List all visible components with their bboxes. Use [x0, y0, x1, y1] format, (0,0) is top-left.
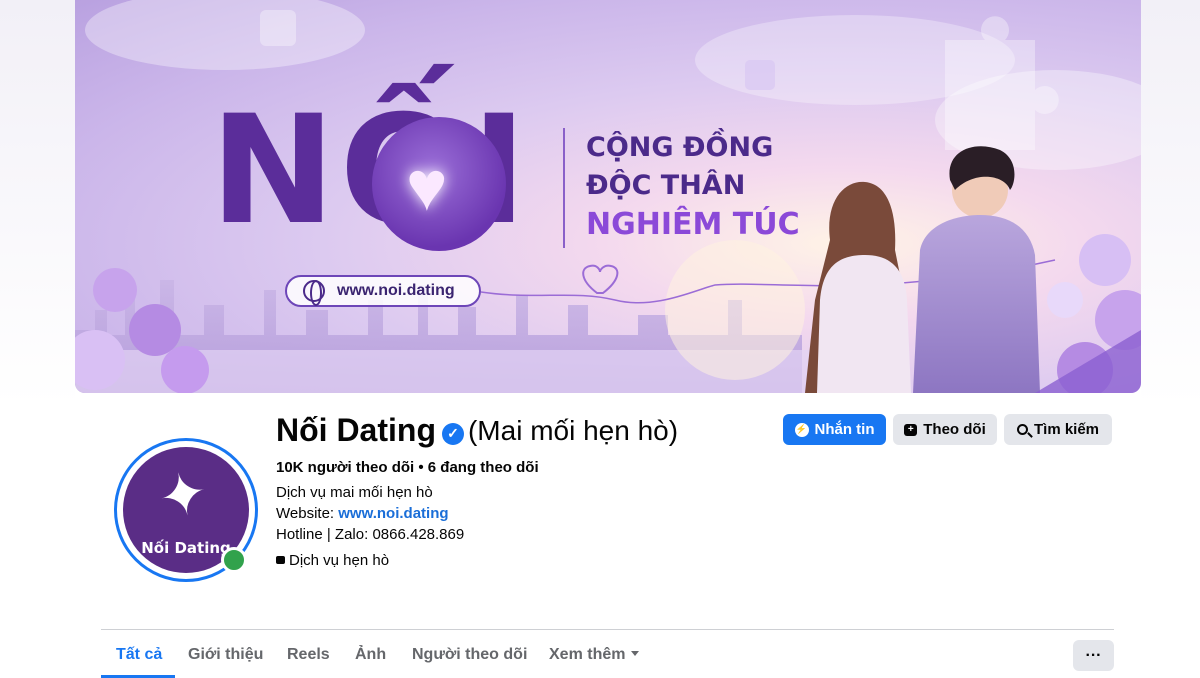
follow-button-label: Theo dõi [923, 421, 986, 438]
briefcase-icon [276, 556, 285, 564]
left-margin [0, 0, 75, 678]
cover-tagline-2: ĐỘC THÂN [586, 170, 746, 201]
couple-illustration [805, 146, 1040, 393]
heart-icon: ♥ [406, 147, 448, 225]
caret-down-icon [631, 651, 640, 656]
puzzle-piece-icon: ✦ [152, 458, 214, 533]
bio-text: Dịch vụ mai mối hẹn hò [276, 484, 433, 501]
follow-button[interactable]: + Theo dõi [893, 414, 997, 445]
search-icon [1016, 424, 1028, 435]
website-link[interactable]: www.noi.dating [338, 505, 448, 522]
hotline-text: Hotline | Zalo: 0866.428.869 [276, 526, 465, 543]
follow-icon: + [904, 423, 918, 436]
right-margin [1141, 0, 1200, 678]
tab-more[interactable]: Xem thêm [549, 646, 640, 664]
heart-line-icon [582, 264, 619, 294]
globe-icon [303, 280, 325, 306]
website-line: Website: www.noi.dating [276, 505, 449, 522]
cover-url-pill: www.noi.dating [285, 275, 481, 307]
online-status-dot [221, 547, 247, 573]
verified-badge-icon[interactable]: ✓ [441, 422, 464, 445]
tab-followers[interactable]: Người theo dõi [412, 646, 527, 664]
tab-all[interactable]: Tất cả [116, 646, 162, 664]
tab-reels[interactable]: Reels [287, 646, 330, 664]
messenger-icon: ⚡ [794, 422, 809, 437]
search-button-label: Tìm kiếm [1033, 421, 1100, 438]
message-button-label: Nhắn tin [814, 421, 875, 438]
cover-photo[interactable]: NỐI ♥ CỘNG ĐỒNG ĐỘC THÂN NGHIÊM TÚC www.… [75, 0, 1141, 393]
search-button[interactable]: Tìm kiếm [1004, 414, 1112, 445]
page-name-suffix: (Mai mối hẹn hò) [467, 414, 679, 446]
more-options-button[interactable]: ··· [1073, 640, 1114, 671]
category-text: Dịch vụ hẹn hò [289, 552, 390, 569]
cover-brand-heart-circle: ♥ [372, 117, 506, 251]
page-title: Nối Dating ✓ (Mai mối hẹn hò) [276, 412, 678, 449]
tab-photos[interactable]: Ảnh [355, 646, 386, 664]
cover-url-text: www.noi.dating [337, 282, 455, 299]
cover-divider [563, 128, 565, 248]
tab-about[interactable]: Giới thiệu [188, 646, 263, 664]
message-button[interactable]: ⚡ Nhắn tin [783, 414, 886, 445]
page-name: Nối Dating [276, 412, 436, 448]
tabs-divider [101, 629, 1114, 630]
tab-more-label: Xem thêm [549, 646, 626, 663]
cover-tagline-1: CỘNG ĐỒNG [586, 132, 774, 163]
website-label: Website: [276, 505, 335, 522]
follower-stats[interactable]: 10K người theo dõi • 6 đang theo dõi [276, 459, 539, 476]
cover-tagline-3: NGHIÊM TÚC [586, 207, 800, 242]
category-line[interactable]: Dịch vụ hẹn hò [276, 552, 389, 569]
